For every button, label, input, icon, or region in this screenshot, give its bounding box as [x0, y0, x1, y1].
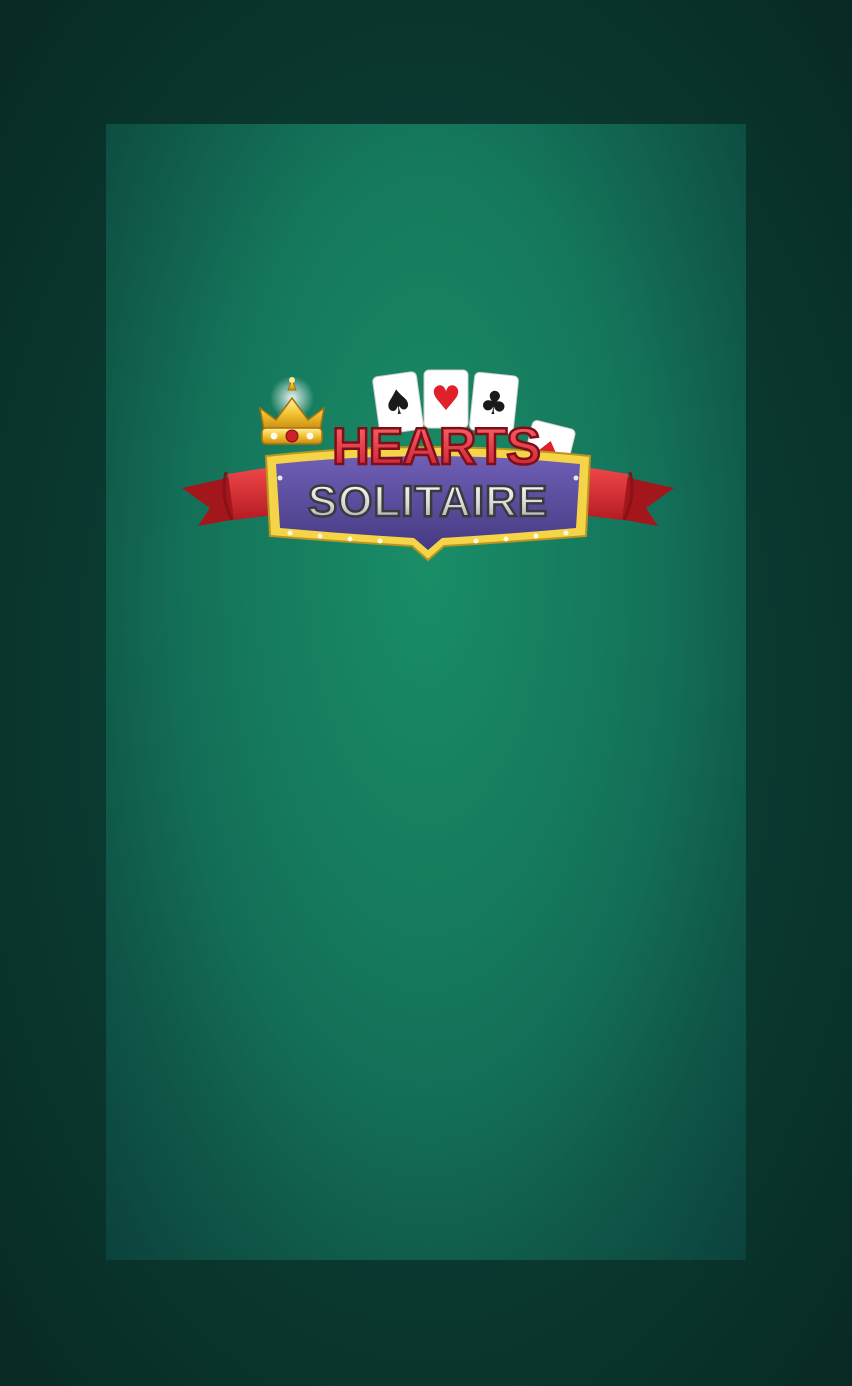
- felt-vignette: [106, 124, 746, 1260]
- logo-title-hearts: HEARTS: [332, 418, 540, 476]
- game-logo: ♠ ♥ ♣ ♦: [180, 368, 676, 564]
- logo-title-solitaire: SOLITAIRE: [308, 477, 548, 526]
- svg-text:♥: ♥: [431, 379, 461, 419]
- game-canvas: ♠ ♥ ♣ ♦: [106, 124, 746, 1260]
- crown-icon: [258, 376, 326, 445]
